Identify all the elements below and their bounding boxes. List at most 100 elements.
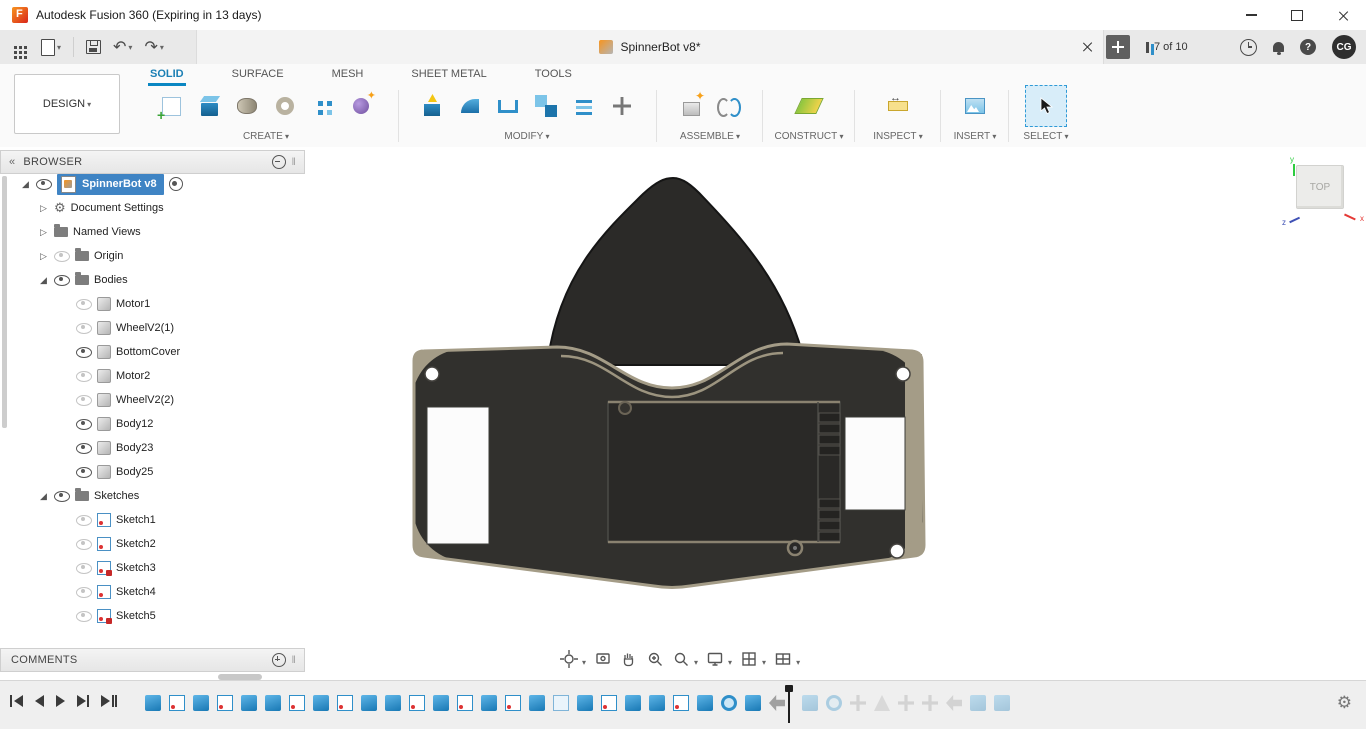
skip-to-start-button[interactable] bbox=[10, 695, 23, 707]
group-label-create[interactable]: CREATE bbox=[243, 131, 289, 144]
visibility-eye-icon[interactable] bbox=[76, 346, 92, 358]
tree-item-wheelv2-1[interactable]: WheelV2(1) bbox=[12, 316, 305, 340]
timeline-feature-solid-icon[interactable] bbox=[265, 695, 281, 711]
joint-icon[interactable] bbox=[714, 91, 744, 121]
expander-icon[interactable] bbox=[38, 251, 49, 262]
move-icon[interactable] bbox=[607, 91, 637, 121]
visibility-eye-icon[interactable] bbox=[76, 562, 92, 574]
dropdown-caret-icon[interactable] bbox=[694, 658, 698, 667]
panel-grip-icon[interactable] bbox=[292, 655, 296, 666]
timeline-feature-sketch-icon[interactable] bbox=[337, 695, 353, 711]
comments-header[interactable]: COMMENTS bbox=[0, 648, 305, 672]
tree-item-body23[interactable]: Body23 bbox=[12, 436, 305, 460]
timeline-feature-solid-icon[interactable] bbox=[241, 695, 257, 711]
timeline-feature-solid-icon[interactable] bbox=[745, 695, 761, 711]
expander-icon[interactable] bbox=[20, 179, 31, 190]
pattern-icon[interactable] bbox=[308, 91, 338, 121]
visibility-eye-icon[interactable] bbox=[76, 610, 92, 622]
viewports-icon[interactable] bbox=[772, 649, 794, 669]
viewcube-top-face[interactable]: TOP bbox=[1296, 165, 1344, 209]
construction-plane-icon[interactable] bbox=[794, 91, 824, 121]
visibility-eye-icon[interactable] bbox=[76, 442, 92, 454]
group-label-construct[interactable]: CONSTRUCT bbox=[774, 131, 843, 144]
timeline-position-marker[interactable] bbox=[785, 685, 793, 723]
group-label-assemble[interactable]: ASSEMBLE bbox=[680, 131, 740, 144]
maximize-button[interactable] bbox=[1274, 0, 1320, 30]
help-icon[interactable] bbox=[1300, 39, 1316, 55]
timeline-feature-solid-icon[interactable] bbox=[994, 695, 1010, 711]
look-at-icon[interactable] bbox=[592, 649, 614, 669]
visibility-eye-icon[interactable] bbox=[76, 466, 92, 478]
tab-sheet-metal[interactable]: SHEET METAL bbox=[409, 65, 488, 86]
timeline-feature-circle-icon[interactable] bbox=[721, 695, 737, 711]
timeline-feature-solid-icon[interactable] bbox=[649, 695, 665, 711]
new-component-icon[interactable] bbox=[676, 89, 706, 121]
timeline-feature-cross-icon[interactable] bbox=[850, 695, 866, 711]
tree-item-root[interactable]: SpinnerBot v8 bbox=[12, 172, 305, 196]
shell-icon[interactable] bbox=[493, 91, 523, 121]
canvas-area[interactable]: y TOP x z BROWSER SpinnerBot v8 bbox=[0, 147, 1366, 680]
grid-snap-icon[interactable] bbox=[738, 649, 760, 669]
tree-item-motor1[interactable]: Motor1 bbox=[12, 292, 305, 316]
timeline-feature-tri-icon[interactable] bbox=[874, 695, 890, 711]
timeline-feature-arrow-icon[interactable] bbox=[769, 695, 785, 711]
tree-item-bottomcover[interactable]: BottomCover bbox=[12, 340, 305, 364]
measure-icon[interactable] bbox=[883, 91, 913, 121]
group-label-inspect[interactable]: INSPECT bbox=[873, 131, 923, 144]
timeline-feature-sketch-icon[interactable] bbox=[169, 695, 185, 711]
timeline-settings-gear-icon[interactable] bbox=[1337, 693, 1352, 713]
timeline-feature-solid-icon[interactable] bbox=[145, 695, 161, 711]
timeline-feature-sketch-icon[interactable] bbox=[457, 695, 473, 711]
dropdown-caret-icon[interactable] bbox=[728, 658, 732, 667]
model-dome[interactable] bbox=[546, 176, 804, 366]
timeline-feature-solid-icon[interactable] bbox=[802, 695, 818, 711]
visibility-eye-icon[interactable] bbox=[76, 586, 92, 598]
timeline-feature-cross-icon[interactable] bbox=[922, 695, 938, 711]
app-grid-button[interactable] bbox=[12, 45, 29, 49]
timeline-feature-sketch-icon[interactable] bbox=[217, 695, 233, 711]
timeline-feature-solid-icon[interactable] bbox=[385, 695, 401, 711]
add-comment-icon[interactable] bbox=[271, 653, 286, 667]
dropdown-caret-icon[interactable] bbox=[582, 658, 586, 667]
tree-item-sketch1[interactable]: Sketch1 bbox=[12, 508, 305, 532]
redo-button[interactable] bbox=[144, 37, 163, 57]
insert-image-icon[interactable] bbox=[960, 91, 990, 121]
fillet-icon[interactable] bbox=[455, 91, 485, 121]
pan-hand-icon[interactable] bbox=[618, 649, 640, 669]
tree-item-named-views[interactable]: Named Views bbox=[12, 220, 305, 244]
selected-highlight[interactable]: SpinnerBot v8 bbox=[57, 173, 164, 195]
tab-tools[interactable]: TOOLS bbox=[533, 65, 574, 86]
tree-item-bodies[interactable]: Bodies bbox=[12, 268, 305, 292]
skip-to-end-button[interactable] bbox=[101, 695, 117, 707]
viewcube[interactable]: y TOP x z bbox=[1282, 155, 1364, 227]
timeline-feature-sketch-icon[interactable] bbox=[409, 695, 425, 711]
visibility-eye-icon[interactable] bbox=[76, 394, 92, 406]
minus-circle-icon[interactable] bbox=[271, 155, 286, 169]
model-battery-tray[interactable] bbox=[607, 401, 841, 543]
browser-header[interactable]: BROWSER bbox=[0, 150, 305, 174]
sweep-icon[interactable] bbox=[270, 91, 300, 121]
timeline-feature-solid-icon[interactable] bbox=[970, 695, 986, 711]
combine-icon[interactable] bbox=[531, 91, 561, 121]
timeline-feature-solid-icon[interactable] bbox=[481, 695, 497, 711]
visibility-eye-icon[interactable] bbox=[54, 250, 70, 262]
visibility-eye-icon[interactable] bbox=[76, 538, 92, 550]
tab-surface[interactable]: SURFACE bbox=[230, 65, 286, 86]
avatar[interactable]: CG bbox=[1332, 35, 1356, 59]
timeline-feature-solid-icon[interactable] bbox=[529, 695, 545, 711]
step-back-button[interactable] bbox=[34, 695, 44, 707]
offset-icon[interactable] bbox=[569, 91, 599, 121]
clock-icon[interactable] bbox=[1240, 38, 1257, 56]
timeline-feature-sketch-icon[interactable] bbox=[505, 695, 521, 711]
visibility-eye-icon[interactable] bbox=[76, 298, 92, 310]
save-button[interactable] bbox=[86, 40, 102, 54]
select-tool-active[interactable] bbox=[1025, 85, 1067, 127]
tree-item-document-settings[interactable]: Document Settings bbox=[12, 196, 305, 220]
tree-item-sketch5[interactable]: Sketch5 bbox=[12, 604, 305, 628]
minimize-button[interactable] bbox=[1228, 0, 1274, 30]
group-label-modify[interactable]: MODIFY bbox=[504, 131, 549, 144]
play-button[interactable] bbox=[55, 695, 65, 707]
tree-item-sketch3[interactable]: Sketch3 bbox=[12, 556, 305, 580]
tab-mesh[interactable]: MESH bbox=[330, 65, 366, 86]
timeline-feature-solid-icon[interactable] bbox=[361, 695, 377, 711]
